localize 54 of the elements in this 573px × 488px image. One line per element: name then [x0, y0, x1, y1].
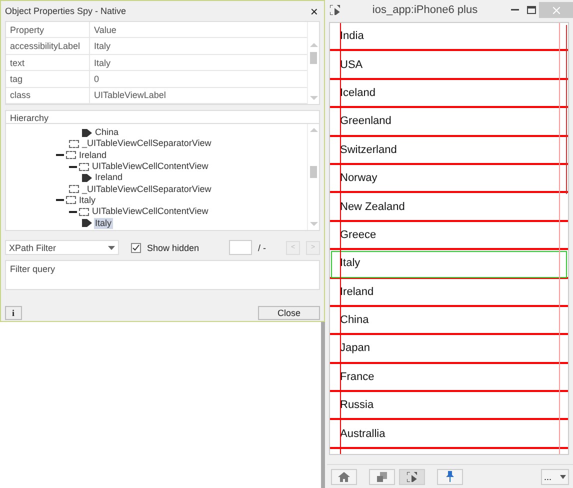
tag-icon	[82, 219, 92, 228]
column-header: Property	[6, 22, 90, 38]
filter-query-field[interactable]: Filter query	[5, 260, 320, 290]
tree-item[interactable]: Italy	[78, 194, 97, 206]
home-icon	[338, 472, 350, 482]
select-button[interactable]	[399, 468, 425, 484]
collapse-icon[interactable]	[69, 210, 77, 213]
pin-button[interactable]	[437, 468, 463, 484]
scrollbar[interactable]	[307, 124, 319, 230]
collapse-icon[interactable]	[56, 154, 64, 156]
collapse-icon[interactable]	[69, 166, 77, 168]
panel-title: Object Properties Spy - Native	[5, 6, 126, 16]
index-field[interactable]	[229, 240, 252, 255]
filter-dropdown[interactable]: XPath Filter	[5, 240, 119, 255]
table-cell: text	[6, 54, 90, 70]
count-label: / -	[258, 242, 266, 252]
layers-icon	[377, 472, 387, 482]
select-icon	[407, 472, 417, 482]
caret-icon	[560, 474, 566, 478]
tree-item[interactable]: Italy	[94, 218, 113, 229]
section-header: Hierarchy	[6, 111, 319, 124]
tree-item[interactable]: UITableViewCellContentView	[91, 161, 210, 172]
window-title: ios_app:iPhone6 plus	[371, 4, 479, 16]
table-cell-text: 0	[93, 72, 100, 86]
tree-item[interactable]: Ireland	[94, 172, 124, 184]
info-button[interactable]: i	[5, 306, 22, 320]
scrollbar[interactable]	[307, 22, 319, 104]
list-row[interactable]: Italy	[330, 250, 568, 279]
checkbox-label: Show hidden	[147, 242, 200, 252]
tree-item[interactable]: UITableViewCellContentView	[91, 206, 210, 218]
tree-item[interactable]: China	[94, 127, 120, 138]
tree-item[interactable]: _UITableViewCellSeparatorView	[81, 138, 212, 150]
table-cell-text: Italy	[93, 56, 112, 70]
table-cell: class	[6, 88, 90, 104]
close-button[interactable]: Close	[258, 306, 320, 320]
close-button[interactable]: ×	[308, 4, 320, 18]
layers-button[interactable]	[369, 468, 395, 484]
more-dropdown[interactable]: ...	[541, 468, 569, 484]
collapse-icon[interactable]	[56, 199, 64, 202]
pin-icon	[446, 471, 454, 482]
checkbox[interactable]	[131, 242, 141, 252]
tree-item[interactable]: Ireland	[78, 150, 108, 161]
table-cell: accessibilityLabel	[6, 38, 90, 54]
table-cell-text: Italy	[93, 40, 112, 54]
screen-select-icon[interactable]	[327, 2, 343, 18]
table-cell: tag	[6, 71, 90, 87]
column-header: Value	[93, 24, 118, 37]
tag-icon	[82, 174, 92, 182]
tag-icon	[82, 128, 92, 137]
tree-item[interactable]: _UITableViewCellSeparatorView	[81, 184, 212, 195]
table-cell-text: UITableViewLabel	[93, 89, 167, 102]
close-icon	[552, 6, 560, 14]
caret-icon	[108, 246, 115, 250]
home-button[interactable]	[331, 468, 357, 484]
